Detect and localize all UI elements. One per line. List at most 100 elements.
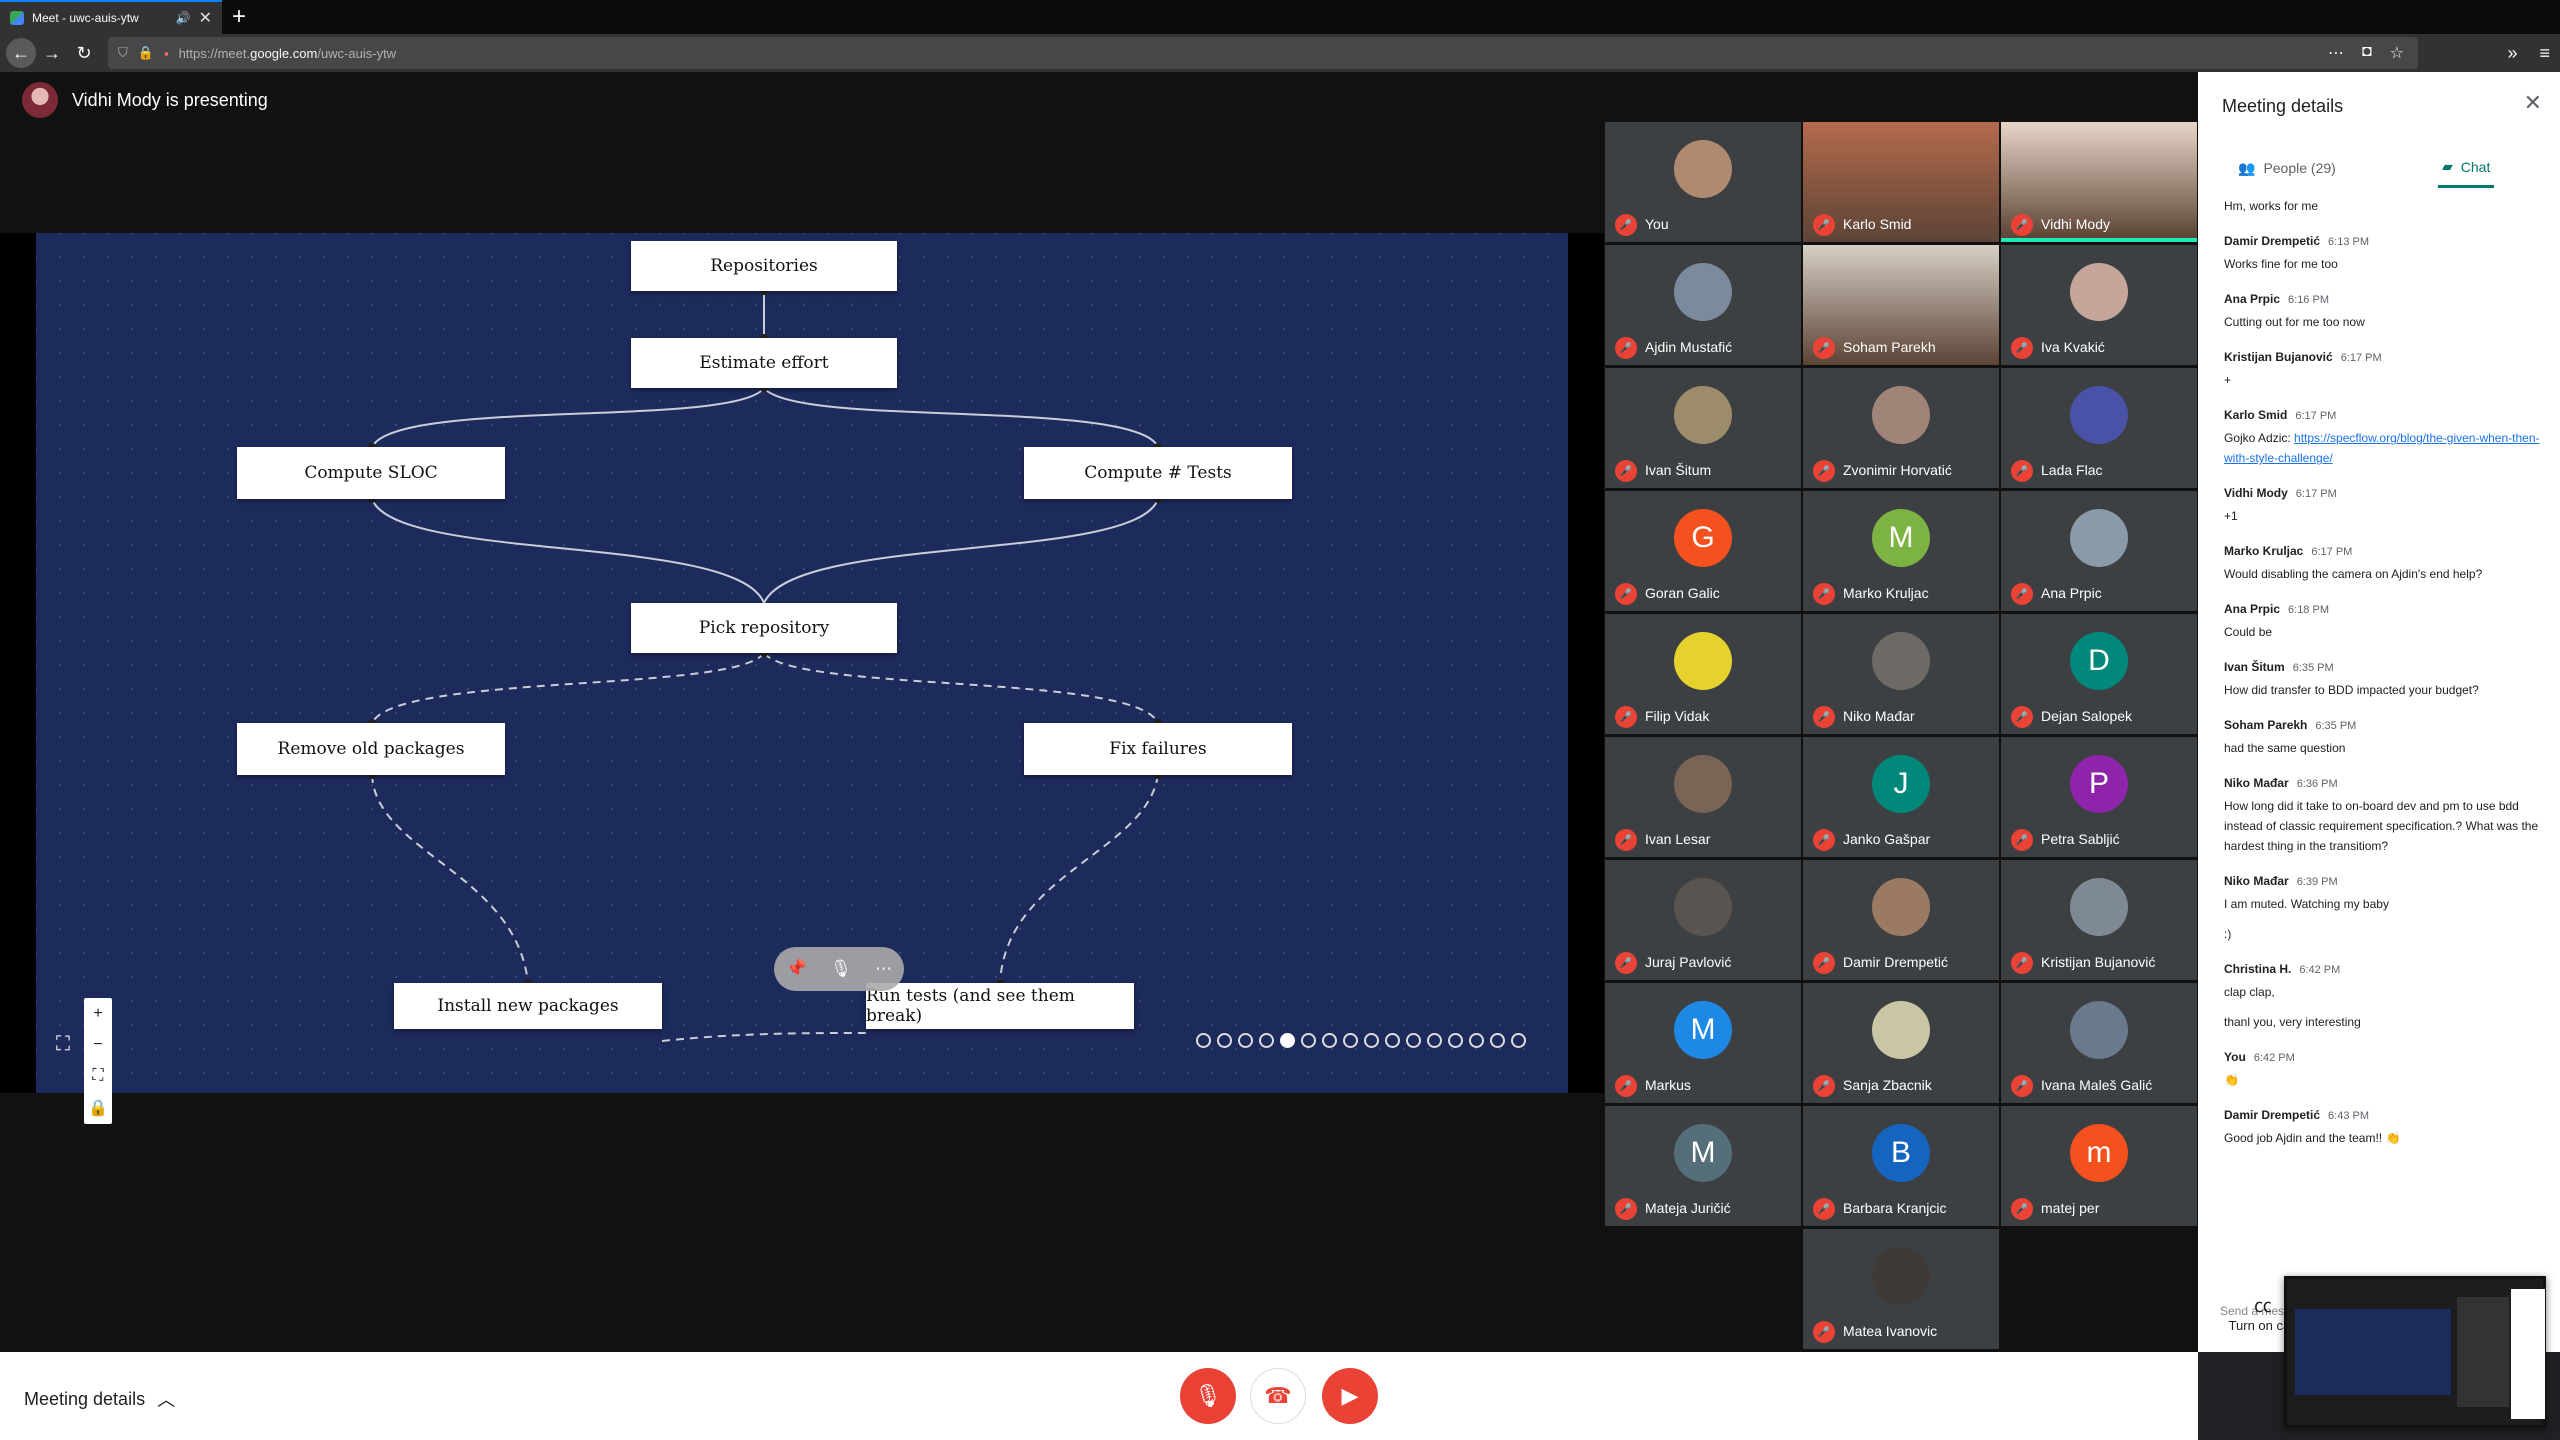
node-compute-sloc[interactable]: Compute SLOC: [237, 447, 505, 499]
slide-dot[interactable]: [1448, 1033, 1463, 1048]
slide-dot[interactable]: [1301, 1033, 1316, 1048]
participant-tile[interactable]: 🎤 Juraj Pavlović: [1605, 860, 1801, 980]
zoom-out-button[interactable]: −: [93, 1036, 102, 1054]
node-estimate-effort[interactable]: Estimate effort: [631, 338, 897, 388]
participant-tile[interactable]: 🎤 Iva Kvakić: [2001, 245, 2197, 365]
browser-tab[interactable]: Meet - uwc-auis-ytw 🔊 ✕: [0, 0, 222, 34]
pin-icon[interactable]: 📌: [786, 959, 807, 979]
slide-dot[interactable]: [1406, 1033, 1421, 1048]
slide-dot-active[interactable]: [1280, 1033, 1295, 1048]
slide-dot[interactable]: [1427, 1033, 1442, 1048]
more-actions-icon[interactable]: ⋯: [2328, 43, 2344, 63]
node-remove-old-packages[interactable]: Remove old packages: [237, 723, 505, 775]
participant-tile[interactable]: M 🎤 Mateja Juričić: [1605, 1106, 1801, 1226]
chat-text: clap clap,: [2224, 985, 2275, 999]
url-text[interactable]: https://meet.google.com/uwc-auis-ytw: [179, 46, 397, 61]
chat-timestamp: 6:17 PM: [2295, 410, 2337, 422]
participant-tile[interactable]: 🎤 Filip Vidak: [1605, 614, 1801, 734]
chat-text: I am muted. Watching my baby: [2224, 897, 2389, 911]
more-options-icon[interactable]: ⋯: [875, 959, 892, 979]
participant-tile[interactable]: J 🎤 Janko Gašpar: [1803, 737, 1999, 857]
participant-tile[interactable]: 🎤 Vidhi Mody: [2001, 122, 2197, 242]
participant-tile[interactable]: 🎤 Ana Prpic: [2001, 491, 2197, 611]
slide-dot[interactable]: [1511, 1033, 1526, 1048]
node-compute-tests[interactable]: Compute # Tests: [1024, 447, 1292, 499]
close-tab-icon[interactable]: ✕: [199, 8, 212, 28]
participant-tile[interactable]: 🎤 You: [1605, 122, 1801, 242]
participant-tile[interactable]: 🎤 Niko Mađar: [1803, 614, 1999, 734]
participant-tile[interactable]: M 🎤 Markus: [1605, 983, 1801, 1103]
bookmark-star-icon[interactable]: ☆: [2390, 43, 2404, 63]
participant-tile[interactable]: M 🎤 Marko Kruljac: [1803, 491, 1999, 611]
muted-mic-icon: 🎤: [1615, 583, 1637, 605]
participant-tile[interactable]: P 🎤 Petra Sabljić: [2001, 737, 2197, 857]
slide-dot[interactable]: [1196, 1033, 1211, 1048]
participant-tile[interactable]: 🎤 Lada Flac: [2001, 368, 2197, 488]
participant-tile[interactable]: D 🎤 Dejan Salopek: [2001, 614, 2197, 734]
lock-view-button[interactable]: 🔒: [88, 1098, 108, 1118]
camera-toggle-button[interactable]: ▶: [1322, 1368, 1378, 1424]
fit-view-button[interactable]: ⛶: [92, 1067, 103, 1085]
participant-tile[interactable]: G 🎤 Goran Galic: [1605, 491, 1801, 611]
pocket-icon[interactable]: ◘: [2362, 43, 2372, 63]
slide-dot[interactable]: [1259, 1033, 1274, 1048]
slide-dot[interactable]: [1322, 1033, 1337, 1048]
chat-timestamp: 6:17 PM: [2295, 488, 2337, 500]
fullscreen-icon[interactable]: ⛶: [56, 1033, 70, 1056]
node-repositories[interactable]: Repositories: [631, 241, 897, 291]
participant-tile[interactable]: 🎤 Ivan Lesar: [1605, 737, 1801, 857]
participant-tile[interactable]: 🎤 Matea Ivanovic: [1803, 1229, 1999, 1349]
participant-tile[interactable]: 🎤 Ivana Maleš Galić: [2001, 983, 2197, 1103]
tab-people[interactable]: 👥 People (29): [2238, 148, 2336, 188]
microphone-toggle-button[interactable]: 🎙: [1180, 1368, 1236, 1424]
participant-tile[interactable]: m 🎤 matej per: [2001, 1106, 2197, 1226]
leave-call-button[interactable]: ☎: [1250, 1368, 1306, 1424]
slide-dot[interactable]: [1469, 1033, 1484, 1048]
slide-dot[interactable]: [1217, 1033, 1232, 1048]
camera-permission-icon[interactable]: ▪: [164, 46, 169, 61]
slide-dot[interactable]: [1385, 1033, 1400, 1048]
slide-dot[interactable]: [1490, 1033, 1505, 1048]
shield-icon[interactable]: ⛉: [118, 45, 128, 61]
chat-message: Ivan Šitum 6:35 PM How did transfer to BDD…: [2224, 660, 2544, 700]
chevron-up-icon: ︿: [157, 1390, 176, 1410]
new-tab-button[interactable]: +: [232, 2, 246, 32]
overflow-menu-icon[interactable]: »: [2507, 43, 2517, 64]
url-bar[interactable]: ⛉ 🔒 ▪ https://meet.google.com/uwc-auis-y…: [108, 37, 2418, 69]
node-run-tests[interactable]: Run tests (and see them break): [866, 983, 1134, 1029]
slide-dot[interactable]: [1343, 1033, 1358, 1048]
chat-message: Niko Mađar 6:39 PM I am muted. Watching my…: [2224, 874, 2544, 944]
hamburger-menu-icon[interactable]: ≡: [2539, 43, 2550, 64]
chat-sender: Karlo Smid 6:17 PM: [2224, 408, 2544, 422]
tab-chat[interactable]: ▰ Chat: [2438, 148, 2495, 188]
zoom-in-button[interactable]: +: [93, 1005, 102, 1023]
node-fix-failures[interactable]: Fix failures: [1024, 723, 1292, 775]
forward-button[interactable]: →: [36, 37, 68, 69]
participant-tile[interactable]: 🎤 Zvonimir Horvatić: [1803, 368, 1999, 488]
lock-icon[interactable]: 🔒: [138, 45, 154, 61]
slide-dot[interactable]: [1364, 1033, 1379, 1048]
reload-button[interactable]: ↻: [68, 37, 100, 69]
muted-mic-icon: 🎤: [1813, 583, 1835, 605]
slide-letterbox-right: [1568, 233, 1604, 1093]
participant-tile[interactable]: B 🎤 Barbara Kranjcic: [1803, 1106, 1999, 1226]
node-pick-repository[interactable]: Pick repository: [631, 603, 897, 653]
participant-tile[interactable]: 🎤 Sanja Zbacnik: [1803, 983, 1999, 1103]
close-panel-icon[interactable]: ✕: [2524, 90, 2542, 116]
node-install-new-packages[interactable]: Install new packages: [394, 983, 662, 1029]
meeting-details-button[interactable]: Meeting details ︿: [24, 1386, 175, 1412]
participant-tile[interactable]: 🎤 Soham Parekh: [1803, 245, 1999, 365]
speaker-icon[interactable]: 🔊: [176, 11, 191, 25]
chat-message: Ana Prpic 6:18 PM Could be: [2224, 602, 2544, 642]
back-button[interactable]: ←: [6, 38, 36, 68]
participant-tile[interactable]: 🎤 Damir Drempetić: [1803, 860, 1999, 980]
participant-tile[interactable]: 🎤 Karlo Smid: [1803, 122, 1999, 242]
participant-tile[interactable]: 🎤 Ivan Šitum: [1605, 368, 1801, 488]
slide-dot[interactable]: [1238, 1033, 1253, 1048]
mic-icon[interactable]: 🎙: [830, 959, 852, 979]
screen-share-preview[interactable]: [2284, 1276, 2546, 1428]
presentation-slide[interactable]: Repositories Estimate effort Compute SLO…: [36, 233, 1568, 1124]
participant-tile[interactable]: 🎤 Ajdin Mustafić: [1605, 245, 1801, 365]
muted-mic-icon: 🎤: [1615, 214, 1637, 236]
participant-tile[interactable]: 🎤 Kristijan Bujanović: [2001, 860, 2197, 980]
